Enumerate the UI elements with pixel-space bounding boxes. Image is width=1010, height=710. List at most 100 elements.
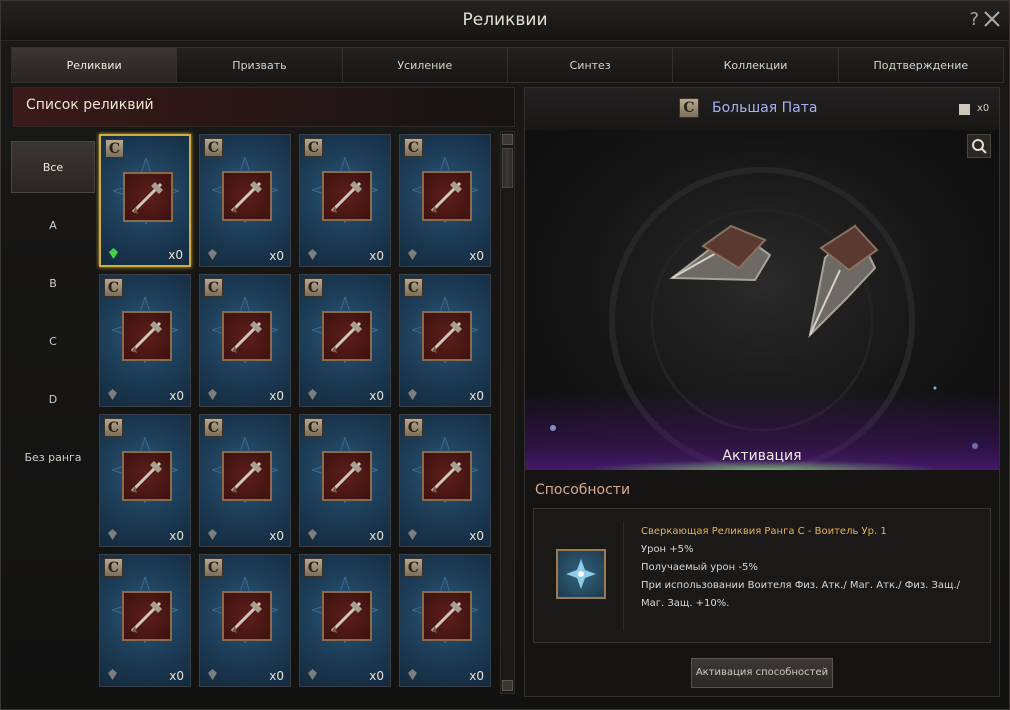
gem-icon: [408, 669, 417, 680]
relic-frame: [123, 172, 173, 222]
relic-grid-scrollbar[interactable]: [500, 131, 515, 694]
gem-icon: [308, 389, 317, 400]
fire-sword-icon: [330, 181, 362, 213]
relic-count: x0: [269, 669, 284, 683]
gem-icon: [208, 389, 217, 400]
filter-rank-a[interactable]: A: [11, 199, 95, 257]
relic-frame: [222, 451, 272, 501]
long-sword-icon: [430, 181, 462, 213]
help-icon[interactable]: ?: [969, 9, 979, 30]
bow-icon: [230, 601, 262, 633]
tab-summon[interactable]: Призвать: [177, 48, 343, 82]
tab-collections[interactable]: Коллекции: [673, 48, 839, 82]
gem-icon: [109, 248, 118, 259]
rank-badge: C: [404, 278, 423, 297]
activate-abilities-button[interactable]: Активация способностей: [691, 658, 833, 688]
tab-enhance[interactable]: Усиление: [342, 48, 508, 82]
title-bar: Реликвии ?: [1, 1, 1009, 41]
abilities-title: Способности: [535, 482, 631, 498]
rank-badge: C: [304, 558, 323, 577]
relic-count: x0: [369, 249, 384, 263]
relic-card[interactable]: Cx0: [199, 554, 291, 687]
crossed-swords-icon: [430, 321, 462, 353]
tab-bar: Реликвии Призвать Усиление Синтез Коллек…: [11, 47, 1004, 83]
filter-rank-d[interactable]: D: [11, 373, 95, 431]
relic-frame: [122, 591, 172, 641]
relic-count: x0: [369, 389, 384, 403]
relic-count: x0: [269, 249, 284, 263]
tab-confirmation[interactable]: Подтверждение: [838, 48, 1003, 82]
gem-icon: [408, 249, 417, 260]
gem-icon: [408, 389, 417, 400]
relic-card[interactable]: Cx0: [299, 134, 391, 267]
relic-count: x0: [369, 529, 384, 543]
relic-count: x0: [469, 529, 484, 543]
relic-card[interactable]: Cx0: [399, 554, 491, 687]
ability-icon: [556, 549, 606, 599]
relic-card[interactable]: Cx0: [99, 274, 191, 407]
relic-frame: [322, 171, 372, 221]
axe-icon: [230, 461, 262, 493]
relic-count: x0: [269, 389, 284, 403]
relic-card[interactable]: Cx0: [399, 414, 491, 547]
rank-badge: C: [104, 278, 123, 297]
rank-badge: C: [304, 418, 323, 437]
relic-frame: [422, 591, 472, 641]
relic-frame: [122, 311, 172, 361]
rank-badge: C: [105, 139, 124, 158]
filter-no-rank[interactable]: Без ранга: [11, 431, 95, 489]
relic-frame: [322, 311, 372, 361]
gem-icon: [108, 529, 117, 540]
ability-line: Урон +5%: [641, 544, 694, 555]
zoom-button[interactable]: [967, 134, 991, 158]
relic-card[interactable]: Cx0: [299, 274, 391, 407]
ability-line: При использовании Воителя Физ. Атк./ Маг…: [641, 580, 960, 591]
rank-badge: C: [104, 558, 123, 577]
scroll-up-button[interactable]: [502, 134, 513, 145]
relic-card[interactable]: Cx0: [199, 414, 291, 547]
rank-badge: C: [304, 138, 323, 157]
spear-icon: [430, 601, 462, 633]
rank-badge: C: [304, 278, 323, 297]
relic-frame: [122, 451, 172, 501]
gem-icon: [308, 529, 317, 540]
gem-icon: [208, 669, 217, 680]
relic-card[interactable]: Cx0: [199, 134, 291, 267]
tab-synthesis[interactable]: Синтез: [507, 48, 674, 82]
relic-frame: [422, 451, 472, 501]
relic-detail-header: C Большая Пата x0: [525, 88, 999, 130]
relic-count: x0: [369, 669, 384, 683]
relic-count: x0: [269, 529, 284, 543]
scroll-thumb[interactable]: [502, 148, 513, 188]
relic-list-title: Список реликвий: [26, 97, 154, 113]
window-title: Реликвии: [462, 10, 548, 30]
relic-card[interactable]: Cx0: [399, 274, 491, 407]
relic-card[interactable]: Cx0: [299, 554, 391, 687]
filter-all[interactable]: Все: [11, 141, 95, 193]
filter-rank-c[interactable]: C: [11, 315, 95, 373]
relic-card[interactable]: Cx0: [99, 134, 191, 267]
relic-card[interactable]: Cx0: [399, 134, 491, 267]
close-icon[interactable]: [983, 10, 1001, 28]
gem-icon: [108, 389, 117, 400]
activation-label: Активация: [722, 448, 802, 464]
relic-card[interactable]: Cx0: [199, 274, 291, 407]
relic-card[interactable]: Cx0: [99, 414, 191, 547]
relic-frame: [422, 311, 472, 361]
filter-rank-b[interactable]: B: [11, 257, 95, 315]
relic-frame: [222, 171, 272, 221]
relic-card[interactable]: Cx0: [299, 414, 391, 547]
relic-count: x0: [168, 248, 183, 262]
club-icon: [230, 321, 262, 353]
scroll-down-button[interactable]: [502, 680, 513, 691]
relic-grid: Cx0 Cx0 Cx0 Cx0 Cx0 Cx0 Cx0 Cx0 Cx0 Cx0 Cx0 Cx0 Cx0 C…: [96, 131, 496, 696]
halberd-icon: [131, 182, 163, 214]
relic-card[interactable]: Cx0: [99, 554, 191, 687]
tab-relics[interactable]: Реликвии: [12, 48, 178, 82]
magnifier-icon: [972, 139, 987, 154]
relic-frame: [322, 591, 372, 641]
relics-window: Реликвии ? Реликвии Призвать Усиление Си…: [0, 0, 1010, 710]
cannon-blade-icon: [230, 181, 262, 213]
relic-count: x0: [469, 389, 484, 403]
rank-badge: C: [404, 418, 423, 437]
